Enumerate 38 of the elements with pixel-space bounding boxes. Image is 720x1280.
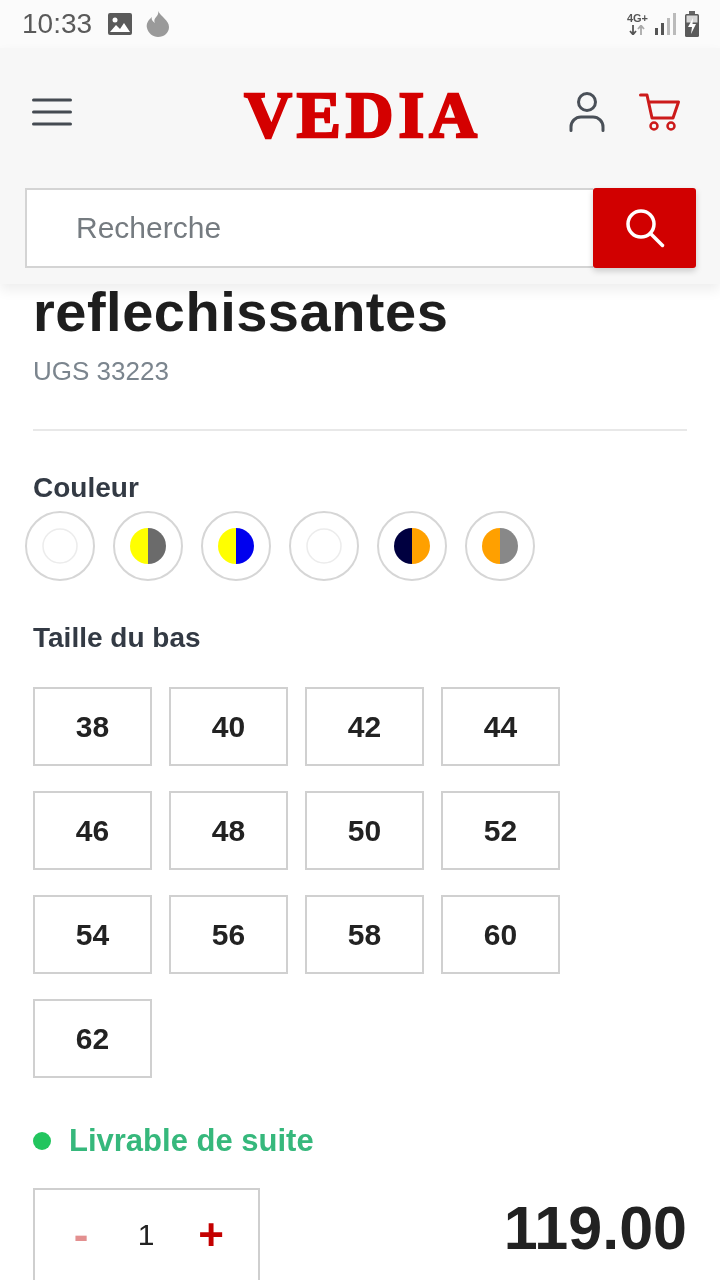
user-icon bbox=[569, 92, 605, 132]
price: 119.00 bbox=[503, 1198, 687, 1258]
availability-text: Livrable de suite bbox=[69, 1124, 314, 1158]
size-option[interactable]: 56 bbox=[169, 895, 288, 974]
size-option[interactable]: 50 bbox=[305, 791, 424, 870]
logo[interactable]: VEDIA bbox=[244, 82, 482, 148]
size-option[interactable]: 44 bbox=[441, 687, 560, 766]
size-option[interactable]: 48 bbox=[169, 791, 288, 870]
search-field[interactable]: Recherche bbox=[25, 188, 593, 268]
size-option[interactable]: 38 bbox=[33, 687, 152, 766]
battery-charging-icon bbox=[684, 11, 700, 37]
size-label: Taille du bas bbox=[33, 622, 202, 654]
increase-button[interactable]: + bbox=[187, 1211, 235, 1259]
data-arrows-icon bbox=[629, 25, 646, 35]
size-option[interactable]: 60 bbox=[441, 895, 560, 974]
product-title: reflechissantes bbox=[33, 284, 450, 340]
size-option[interactable]: 46 bbox=[33, 791, 152, 870]
size-option[interactable]: 52 bbox=[441, 791, 560, 870]
image-icon bbox=[108, 13, 133, 35]
account-button[interactable] bbox=[569, 92, 605, 132]
size-option[interactable]: 40 bbox=[169, 687, 288, 766]
size-option[interactable]: 42 bbox=[305, 687, 424, 766]
flame-icon bbox=[146, 11, 171, 37]
size-option[interactable]: 54 bbox=[33, 895, 152, 974]
signal-icon bbox=[655, 13, 677, 35]
status-time: 10:33 bbox=[22, 10, 93, 38]
cart-button[interactable] bbox=[639, 92, 681, 132]
product-sku: UGS 33223 bbox=[33, 356, 170, 386]
menu-icon bbox=[32, 98, 72, 126]
search-icon bbox=[624, 208, 665, 248]
network-type: 4G+ bbox=[626, 13, 648, 24]
size-option[interactable]: 62 bbox=[33, 999, 152, 1078]
size-option[interactable]: 58 bbox=[305, 895, 424, 974]
quantity-field[interactable]: 1 bbox=[123, 1211, 169, 1259]
color-label: Couleur bbox=[33, 472, 140, 504]
menu-button[interactable] bbox=[32, 98, 72, 126]
search-button[interactable] bbox=[593, 188, 696, 268]
cart-icon bbox=[639, 92, 681, 132]
